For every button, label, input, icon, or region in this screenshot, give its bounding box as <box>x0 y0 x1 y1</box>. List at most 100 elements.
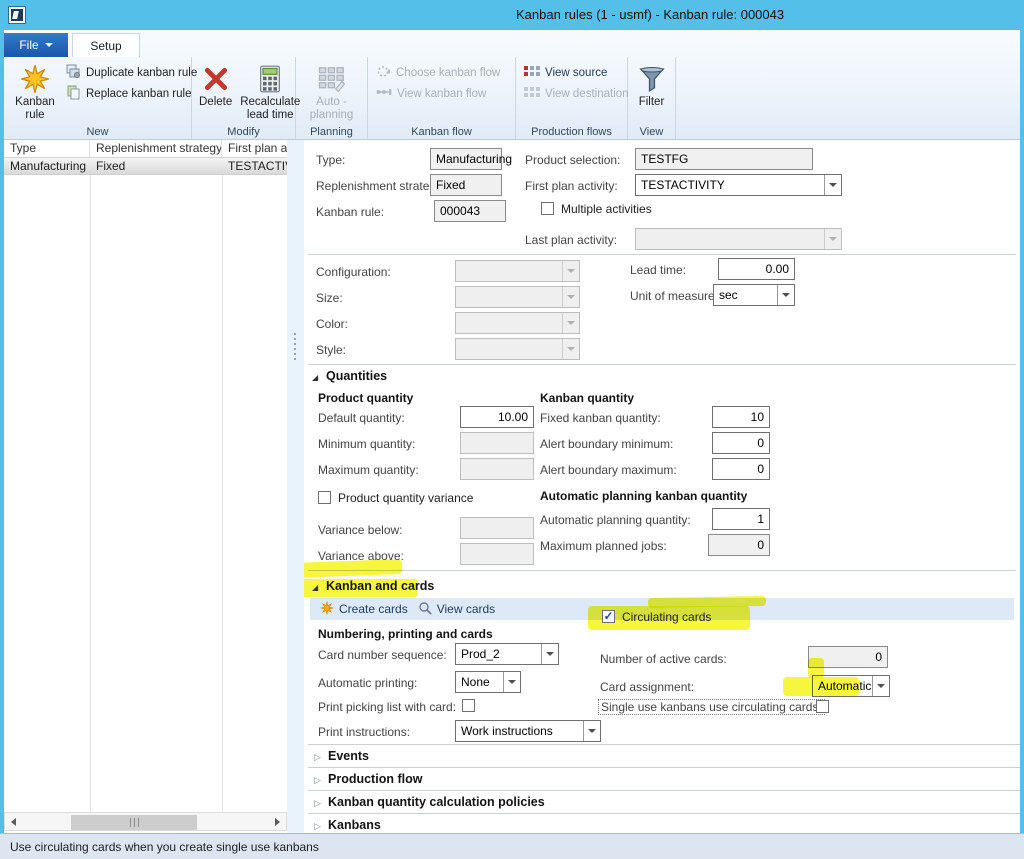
grid-header-type[interactable]: Type <box>4 140 90 157</box>
create-cards-button[interactable]: Create cards <box>320 601 408 618</box>
file-tab-label: File <box>19 38 38 52</box>
collapsed-icon <box>314 770 328 788</box>
print-instructions-combo[interactable]: Work instructions <box>455 720 601 742</box>
tab-file[interactable]: File <box>4 33 68 57</box>
default-quantity-label: Default quantity: <box>318 411 405 425</box>
production-flow-label: Production flow <box>328 772 422 786</box>
section-header-quantities[interactable]: Quantities <box>326 369 387 383</box>
chevron-down-icon[interactable] <box>777 285 794 305</box>
section-header-kanbans[interactable]: Kanbans <box>308 813 1020 833</box>
circulating-cards-checkbox[interactable] <box>602 610 615 623</box>
ribbon-group-new: Kanban rule Duplicate kanban rule <box>4 57 192 139</box>
alert-boundary-maximum-label: Alert boundary maximum: <box>540 463 677 477</box>
card-number-sequence-combo[interactable]: Prod_2 <box>455 643 559 665</box>
section-header-events[interactable]: Events <box>308 744 1020 767</box>
filter-button[interactable]: Filter <box>634 60 670 111</box>
scrollbar-thumb[interactable] <box>71 815 197 830</box>
ribbon-group-view: Filter View <box>628 57 676 139</box>
scroll-left-button[interactable] <box>5 813 22 830</box>
scroll-left-icon <box>11 818 16 826</box>
single-use-kanbans-label: Single use kanbans use circulating cards… <box>598 699 825 715</box>
chevron-down-icon[interactable] <box>503 672 520 692</box>
unit-of-measure-value: sec <box>714 285 777 305</box>
grid-cell-strategy: Fixed <box>90 158 222 174</box>
replenishment-strategy-label: Replenishment strategy: <box>316 179 445 193</box>
automatic-printing-combo[interactable]: None <box>455 671 521 693</box>
number-of-active-cards-label: Number of active cards: <box>600 652 727 666</box>
view-destination-icon <box>524 87 540 100</box>
type-label: Type: <box>316 153 345 167</box>
alert-boundary-maximum-field[interactable]: 0 <box>712 458 770 480</box>
first-plan-activity-label: First plan activity: <box>525 179 618 193</box>
collapsed-icon <box>314 816 328 833</box>
chevron-down-icon[interactable] <box>541 644 558 664</box>
chevron-down-icon <box>562 261 579 281</box>
automatic-planning-quantity-label: Automatic planning quantity: <box>540 513 691 527</box>
expanded-icon <box>312 583 318 592</box>
kanban-quantity-calculation-policies-label: Kanban quantity calculation policies <box>328 795 545 809</box>
lead-time-field[interactable]: 0.00 <box>718 258 795 280</box>
section-header-kanban-and-cards[interactable]: Kanban and cards <box>326 579 434 593</box>
automatic-planning-quantity-field[interactable]: 1 <box>712 508 770 530</box>
single-use-kanbans-checkbox[interactable] <box>816 700 829 713</box>
kanban-rule-button[interactable]: Kanban rule <box>8 60 62 124</box>
group-label-kanban-flow: Kanban flow <box>368 126 515 138</box>
tab-setup[interactable]: Setup <box>72 33 140 57</box>
view-source-label: View source <box>545 67 607 79</box>
grid-cell-type: Manufacturing <box>4 158 90 174</box>
maximum-quantity-field <box>460 458 534 480</box>
grid-header-first-plan-activity[interactable]: First plan ac <box>222 140 287 157</box>
chevron-down-icon <box>562 287 579 307</box>
lead-time-label: Lead time: <box>630 263 686 277</box>
first-plan-activity-combo[interactable]: TESTACTIVITY <box>635 174 842 196</box>
scroll-right-button[interactable] <box>269 813 286 830</box>
setup-tab-label: Setup <box>90 39 121 53</box>
panel-splitter[interactable] <box>287 140 304 833</box>
app-window: Kanban rules (1 - usmf) - Kanban rule: 0… <box>0 0 1024 859</box>
chevron-down-icon[interactable] <box>583 721 600 741</box>
minimum-quantity-field <box>460 432 534 454</box>
view-cards-button[interactable]: View cards <box>418 601 495 618</box>
alert-boundary-minimum-label: Alert boundary minimum: <box>540 437 673 451</box>
chevron-down-icon[interactable] <box>872 676 889 696</box>
chevron-down-icon[interactable] <box>824 175 841 195</box>
print-picking-list-checkbox[interactable] <box>462 699 475 712</box>
first-plan-activity-value: TESTACTIVITY <box>636 175 824 195</box>
kanban-rule-number-field: 000043 <box>434 200 506 222</box>
kanban-rule-number-label: Kanban rule: <box>316 205 384 219</box>
section-header-kanban-quantity-calculation-policies[interactable]: Kanban quantity calculation policies <box>308 790 1020 813</box>
section-divider <box>308 570 1016 571</box>
duplicate-kanban-rule-button[interactable]: Duplicate kanban rule <box>62 62 201 83</box>
group-label-planning: Planning <box>296 126 367 138</box>
view-cards-label: View cards <box>437 602 495 616</box>
default-quantity-field[interactable]: 10.00 <box>460 406 534 428</box>
recalculate-lead-time-button[interactable]: Recalculate lead time <box>235 60 305 124</box>
grid-header-replenishment-strategy[interactable]: Replenishment strategy <box>90 140 222 157</box>
filter-icon <box>637 62 667 96</box>
unit-of-measure-combo[interactable]: sec <box>713 284 795 306</box>
variance-below-field <box>460 517 534 539</box>
grid-header-row: Type Replenishment strategy First plan a… <box>4 140 287 158</box>
maximum-quantity-label: Maximum quantity: <box>318 463 419 477</box>
automatic-planning-subheader: Automatic planning kanban quantity <box>540 489 747 503</box>
card-assignment-label: Card assignment: <box>600 680 694 694</box>
chevron-down-icon <box>562 339 579 359</box>
automatic-printing-label: Automatic printing: <box>318 676 417 690</box>
card-number-sequence-label: Card number sequence: <box>318 648 447 662</box>
print-picking-list-label: Print picking list with card: <box>318 700 456 714</box>
kanban-rule-label: Kanban rule <box>11 96 59 122</box>
grid-row-selected[interactable]: Manufacturing Fixed TESTACTIVIT <box>4 158 287 175</box>
alert-boundary-minimum-field[interactable]: 0 <box>712 432 770 454</box>
view-source-button[interactable]: View source <box>520 62 633 83</box>
section-header-production-flow[interactable]: Production flow <box>308 767 1020 790</box>
multiple-activities-checkbox[interactable] <box>541 202 554 215</box>
duplicate-icon <box>66 64 81 82</box>
horizontal-scrollbar[interactable] <box>4 812 287 831</box>
product-quantity-variance-checkbox[interactable] <box>318 491 331 504</box>
fixed-kanban-quantity-field[interactable]: 10 <box>712 406 770 428</box>
delete-button[interactable]: Delete <box>196 60 235 111</box>
unit-of-measure-label: Unit of measure: <box>630 289 718 303</box>
window-border-right <box>1020 30 1024 859</box>
view-cards-icon <box>418 601 432 618</box>
replace-kanban-rule-button[interactable]: Replace kanban rule <box>62 83 201 104</box>
